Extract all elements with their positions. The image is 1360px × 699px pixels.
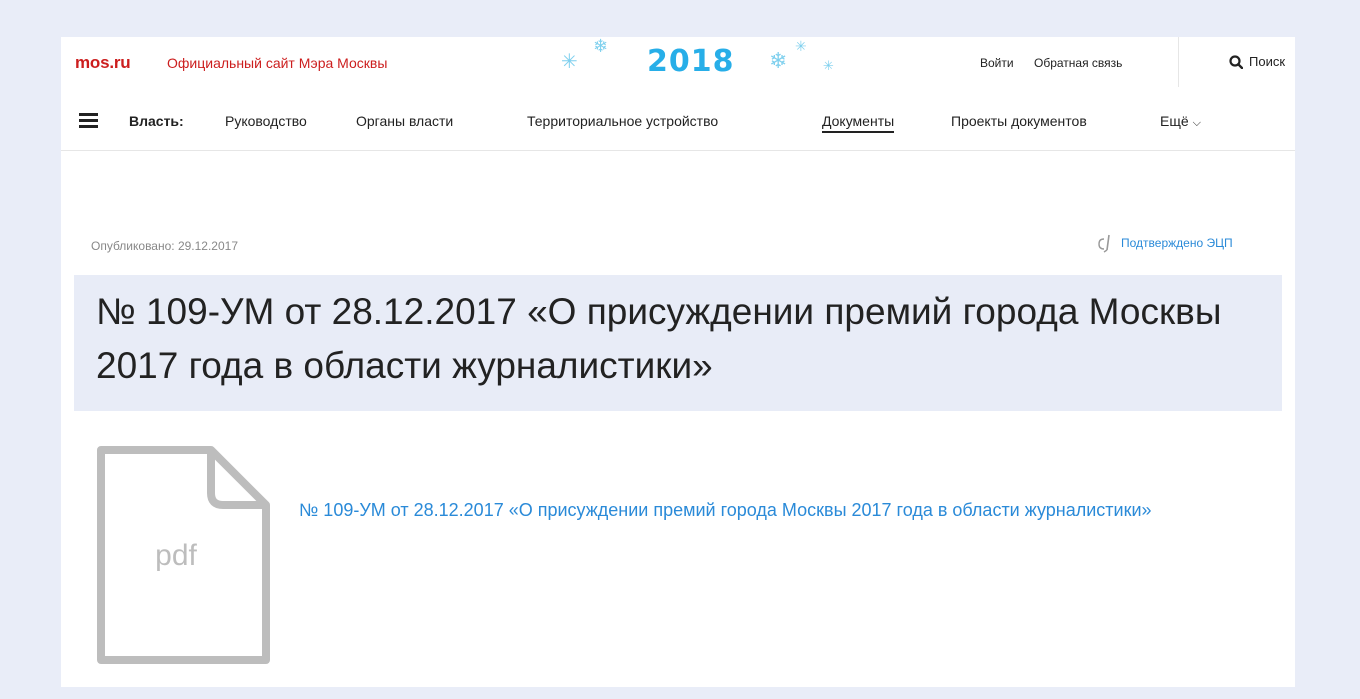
document-file-link[interactable]: № 109-УМ от 28.12.2017 «О присуждении пр… xyxy=(299,496,1289,524)
nav-item-draft-documents[interactable]: Проекты документов xyxy=(951,113,1087,129)
top-bar: mos.ru Официальный сайт Мэра Москвы ✳ ❄ … xyxy=(61,37,1295,87)
nav-item-territorial-structure[interactable]: Территориальное устройство xyxy=(527,113,718,129)
document-title: № 109-УМ от 28.12.2017 «О присуждении пр… xyxy=(96,291,1222,386)
snowflake-icon: ✳ xyxy=(561,51,578,73)
search-button[interactable]: Поиск xyxy=(1229,54,1285,69)
search-label: Поиск xyxy=(1249,54,1286,69)
menu-icon[interactable] xyxy=(79,113,98,128)
holiday-year: 2018 xyxy=(647,44,735,79)
document-title-box: № 109-УМ от 28.12.2017 «О присуждении пр… xyxy=(74,275,1282,411)
nav-item-leadership[interactable]: Руководство xyxy=(225,113,307,129)
holiday-banner: ✳ ❄ 2018 ❄ ✳ ✳ xyxy=(551,37,851,87)
chevron-down-icon: ⌵ xyxy=(1192,117,1201,129)
snowflake-icon: ✳ xyxy=(795,38,807,54)
nav-item-authorities[interactable]: Органы власти xyxy=(356,113,453,129)
site-title[interactable]: Официальный сайт Мэра Москвы xyxy=(167,55,387,71)
main-nav: Власть: Руководство Органы власти Террит… xyxy=(61,96,1295,151)
search-icon xyxy=(1229,54,1243,69)
login-link[interactable]: Войти xyxy=(980,56,1014,70)
snowflake-icon: ❄ xyxy=(769,48,788,73)
divider xyxy=(1178,37,1179,87)
signature-icon xyxy=(1098,234,1110,253)
page-frame: mos.ru Официальный сайт Мэра Москвы ✳ ❄ … xyxy=(61,37,1295,687)
nav-item-more-label: Ещё xyxy=(1160,113,1189,129)
ecp-badge[interactable]: Подтверждено ЭЦП xyxy=(1097,233,1233,253)
snowflake-icon: ❄ xyxy=(593,37,609,56)
published-date: Опубликовано: 29.12.2017 xyxy=(91,239,239,253)
pdf-file-icon[interactable]: pdf xyxy=(96,445,271,665)
logo[interactable]: mos.ru xyxy=(75,53,131,73)
nav-heading: Власть: xyxy=(129,113,184,129)
ecp-label: Подтверждено ЭЦП xyxy=(1121,236,1233,250)
nav-item-documents[interactable]: Документы xyxy=(822,113,895,133)
nav-item-more[interactable]: Ещё ⌵ xyxy=(1160,113,1201,130)
snowflake-icon: ✳ xyxy=(823,58,834,73)
feedback-link[interactable]: Обратная связь xyxy=(1034,56,1122,70)
pdf-file-type: pdf xyxy=(155,539,197,572)
